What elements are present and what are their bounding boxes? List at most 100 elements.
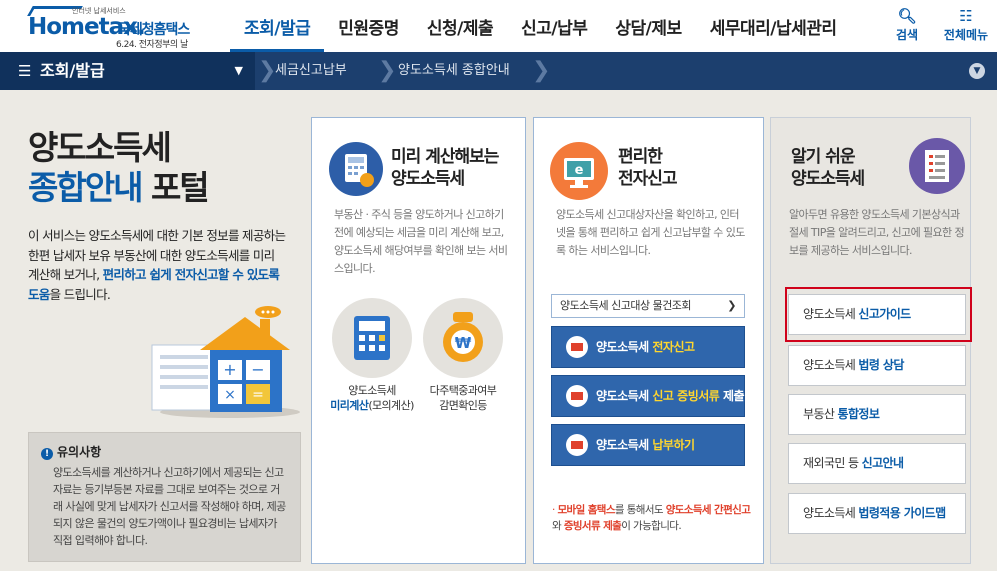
guide-label: 재외국민 등 (803, 456, 862, 470)
house-calculator-illustration: + − × = (151, 306, 300, 418)
logo-subtitle: 6.24. 전자정부의 날 (116, 40, 188, 50)
multi-house-label[interactable]: 다주택중과여부 감면확인등 (417, 383, 509, 413)
menu-dropdown[interactable]: ☰ 조회/발급 ▼ (0, 52, 255, 90)
svg-text:₩: ₩ (455, 334, 472, 352)
chevron-down-icon[interactable]: ▼ (969, 63, 985, 79)
guide-real-estate-button[interactable]: 부동산 통합정보 (788, 394, 966, 435)
all-menu-label: 전체메뉴 (943, 28, 989, 42)
search-icon: 🔍︎ (897, 7, 917, 25)
money-bag-button[interactable]: ₩ (423, 298, 503, 378)
precalc-title-1: 미리 계산해보는 (391, 147, 499, 167)
gnb-item-consulting[interactable]: 상담/제보 (601, 0, 695, 52)
top-header: 인터넷 납세서비스 Hometax. 국세청홈택스 6.24. 전자정부의 날 … (0, 0, 997, 52)
location-bar: ☰ 조회/발급 ▼ ❯ 세금신고납부 ❯ 양도소득세 종합안내 ❯ ▼ (0, 52, 997, 90)
info-icon: ! (41, 448, 53, 460)
guide-overseas-button[interactable]: 재외국민 등 신고안내 (788, 443, 966, 484)
gnb-item-inquiry[interactable]: 조회/발급 (230, 0, 325, 52)
notice-title: 유의사항 (57, 445, 102, 459)
gnb-item-application[interactable]: 신청/제출 (413, 0, 507, 52)
breadcrumb-separator-icon: ❯ (532, 58, 551, 83)
top-icons: 🔍︎ 검색 ☷ 전체메뉴 (879, 6, 997, 43)
page-title-line1: 양도소득세 (28, 128, 172, 167)
page-title-highlight: 종합안내 (28, 168, 143, 207)
notice-body: 양도소득세를 계산하거나 신고하기에서 제공되는 신고 자료는 등기부등본 자료… (53, 466, 286, 547)
hamburger-icon: ☰ (18, 62, 32, 80)
menu-dropdown-label: 조회/발급 (40, 61, 105, 80)
guide-label-highlight: 통합정보 (837, 407, 880, 421)
precalc-title-2: 양도소득세 (391, 169, 465, 189)
gnb-item-tax-agent[interactable]: 세무대리/납세관리 (696, 0, 851, 52)
calculator-icon (329, 142, 383, 196)
search-button[interactable]: 🔍︎ 검색 (879, 6, 935, 43)
svg-text:×: × (224, 387, 236, 403)
calc-preview-label-highlight: 미리계산 (330, 399, 369, 412)
payment-small-icon (566, 434, 588, 456)
search-label: 검색 (895, 28, 919, 42)
submit-documents-button[interactable]: 양도소득세 신고 증빙서류 제출 (551, 375, 745, 417)
guide-label-highlight: 신고안내 (861, 456, 904, 470)
e-filing-button-highlight: 전자신고 (652, 340, 695, 354)
guide-label: 양도소득세 (803, 506, 859, 520)
monitor-small-icon (566, 336, 588, 358)
document-list-icon (909, 138, 965, 194)
mobile-note-text-3: 이 가능합니다. (621, 520, 682, 532)
breadcrumb-item[interactable]: 세금신고납부 (275, 52, 347, 90)
mobile-note-text-2: 와 (552, 520, 564, 532)
guide-label-highlight: 법령적용 가이드맵 (858, 506, 946, 520)
easy-guide-title-1: 알기 쉬운 (791, 147, 855, 167)
mobile-note-highlight-3: 증빙서류 제출 (563, 520, 622, 532)
precalc-panel: 미리 계산해보는 양도소득세 부동산 · 주식 등을 양도하거나 신고하기 전에… (311, 117, 526, 564)
highlight-frame (785, 287, 972, 342)
lookup-target-label: 양도소득세 신고대상 물건조회 (560, 299, 692, 312)
guide-law-map-button[interactable]: 양도소득세 법령적용 가이드맵 (788, 493, 966, 534)
e-filing-title-2: 전자신고 (618, 169, 678, 189)
mobile-note-highlight-1[interactable]: 모바일 홈택스 (557, 504, 615, 516)
pay-tax-button[interactable]: 양도소득세 납부하기 (551, 424, 745, 466)
submit-documents-highlight: 신고 증빙서류 (652, 389, 720, 403)
caret-down-icon: ▼ (234, 64, 243, 77)
submit-documents-suffix: 제출 (719, 389, 745, 403)
svg-text:+: + (223, 360, 236, 379)
precalc-description: 부동산 · 주식 등을 양도하거나 신고하기 전에 예상되는 세금을 미리 계산… (334, 208, 508, 275)
svg-text:=: = (252, 387, 264, 403)
all-menu-button[interactable]: ☷ 전체메뉴 (935, 6, 997, 43)
calc-preview-label-line1: 양도소득세 (348, 384, 396, 397)
guide-label: 부동산 (803, 407, 838, 421)
calc-preview-button[interactable] (332, 298, 412, 378)
e-filing-description: 양도소득세 신고대상자산을 확인하고, 인터넷을 통해 편리하고 쉽게 신고납부… (556, 208, 745, 257)
logo-title: 국세청홈택스 (118, 22, 190, 38)
svg-text:e: e (575, 163, 584, 178)
submit-documents-label: 양도소득세 (596, 389, 653, 403)
gnb-item-filing[interactable]: 신고/납부 (507, 0, 601, 52)
hometax-logo[interactable]: 인터넷 납세서비스 Hometax. 국세청홈택스 6.24. 전자정부의 날 (26, 6, 216, 50)
mobile-note-text-1: 를 통해서도 (614, 504, 666, 516)
pay-tax-highlight: 납부하기 (652, 438, 695, 452)
multi-house-label-line1: 다주택중과여부 (429, 384, 497, 397)
easy-guide-description: 알아두면 유용한 양도소득세 기본상식과 절세 TIP을 알려드리고, 신고에 … (789, 208, 965, 257)
page-title-suffix: 포털 (141, 168, 210, 207)
breadcrumb-item[interactable]: 양도소득세 종합안내 (398, 52, 510, 90)
guide-label-highlight: 법령 상담 (858, 358, 904, 372)
breadcrumb-separator-icon: ❯ (258, 58, 277, 83)
mobile-note-highlight-2: 양도소득세 간편신고 (665, 504, 751, 516)
e-filing-panel: e 편리한 전자신고 양도소득세 신고대상자산을 확인하고, 인터넷을 통해 편… (533, 117, 764, 564)
easy-guide-title-2: 양도소득세 (791, 169, 865, 189)
calc-preview-label-suffix: (모의계산) (368, 399, 414, 412)
e-filing-button[interactable]: 양도소득세 전자신고 (551, 326, 745, 368)
lookup-target-button[interactable]: 양도소득세 신고대상 물건조회 ❯ (551, 294, 745, 318)
monitor-icon: e (550, 142, 608, 200)
gnb-item-certificates[interactable]: 민원증명 (324, 0, 413, 52)
chevron-right-icon: ❯ (727, 299, 736, 312)
service-description: 이 서비스는 양도소득세에 대한 기본 정보를 제공하는 한편 납세자 보유 부… (28, 226, 288, 304)
guide-law-consult-button[interactable]: 양도소득세 법령 상담 (788, 345, 966, 386)
multi-house-label-line2: 감면확인등 (439, 399, 487, 412)
mobile-note: · 모바일 홈택스를 통해서도 양도소득세 간편신고와 증빙서류 제출이 가능합… (552, 504, 751, 532)
e-filing-button-label: 양도소득세 (596, 340, 653, 354)
pay-tax-label: 양도소득세 (596, 438, 653, 452)
e-filing-title-1: 편리한 (618, 147, 663, 167)
calc-preview-label[interactable]: 양도소득세 미리계산(모의계산) (322, 383, 422, 413)
main-navigation: 조회/발급 민원증명 신청/제출 신고/납부 상담/제보 세무대리/납세관리 (230, 0, 851, 52)
svg-text:−: − (251, 360, 264, 379)
description-text-end: 을 드립니다. (49, 286, 111, 302)
document-small-icon (566, 385, 588, 407)
